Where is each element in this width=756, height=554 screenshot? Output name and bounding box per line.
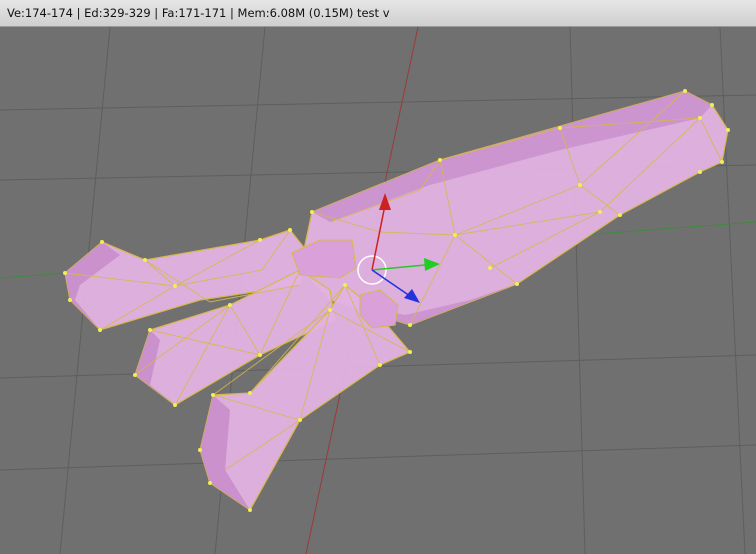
info-header-bar: Ve:174-174 | Ed:329-329 | Fa:171-171 | M… [0, 0, 756, 27]
blender-window: Ve:174-174 | Ed:329-329 | Fa:171-171 | M… [0, 0, 756, 554]
mesh-stats-text: Ve:174-174 | Ed:329-329 | Fa:171-171 | M… [7, 6, 390, 20]
viewport-canvas[interactable] [0, 27, 756, 554]
mesh-object[interactable] [63, 89, 730, 512]
3d-viewport[interactable] [0, 27, 756, 554]
